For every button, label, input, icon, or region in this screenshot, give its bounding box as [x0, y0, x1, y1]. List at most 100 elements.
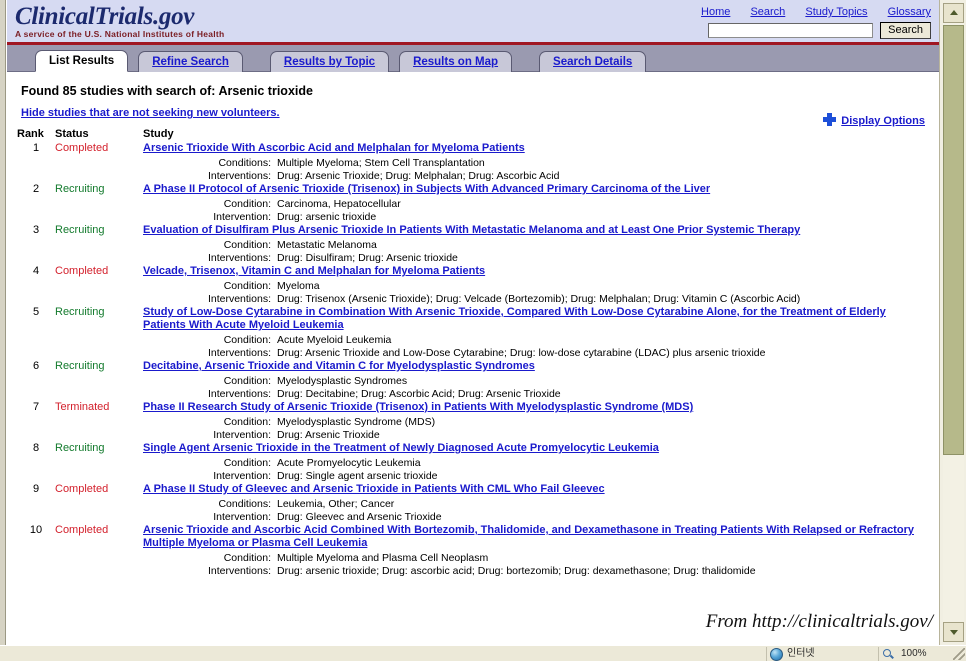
- study-meta-value: Metastatic Melanoma: [277, 239, 377, 251]
- study-title-link[interactable]: Arsenic Trioxide and Ascorbic Acid Combi…: [143, 524, 929, 550]
- tab-results-by-topic[interactable]: Results by Topic: [269, 51, 390, 72]
- study-meta-value: Drug: Trisenox (Arsenic Trioxide); Drug:…: [277, 293, 801, 305]
- study-meta-label: Conditions:: [218, 157, 271, 169]
- plus-cross-icon: [823, 113, 837, 126]
- site-logo-block[interactable]: ClinicalTrials.gov A service of the U.S.…: [15, 3, 224, 39]
- study-title-link[interactable]: Velcade, Trisenox, Vitamin C and Melphal…: [143, 265, 929, 278]
- study-title-link[interactable]: Phase II Research Study of Arsenic Triox…: [143, 401, 929, 414]
- study-meta-label: Condition:: [223, 457, 271, 469]
- status-badge: Completed: [55, 265, 109, 277]
- display-options-control[interactable]: Display Options: [823, 113, 925, 127]
- study-title-link[interactable]: Decitabine, Arsenic Trioxide and Vitamin…: [143, 360, 929, 373]
- table-row: 6 Recruiting Decitabine, Arsenic Trioxide …: [17, 360, 929, 401]
- study-meta-line: Condition: Acute Myeloid Leukemia: [199, 334, 929, 347]
- tab-refine-search-label[interactable]: Refine Search: [152, 56, 229, 68]
- study-meta-label: Conditions:: [218, 498, 271, 510]
- study-meta-line: Condition: Myeloma: [199, 280, 929, 293]
- results-area: Found 85 studies with search of: Arsenic…: [7, 84, 939, 578]
- nav-link-study-topics[interactable]: Study Topics: [805, 6, 867, 18]
- scroll-down-button[interactable]: [943, 622, 964, 642]
- study-title-link[interactable]: Study of Low-Dose Cytarabine in Combinat…: [143, 306, 929, 332]
- scrollbar-thumb[interactable]: [943, 25, 964, 455]
- tab-results-by-topic-label[interactable]: Results by Topic: [284, 56, 375, 68]
- study-meta: Condition: Myelodysplastic Syndrome (MDS)…: [199, 416, 929, 442]
- scroll-up-button[interactable]: [943, 3, 964, 23]
- display-options-link[interactable]: Display Options: [841, 115, 925, 127]
- study-meta-line: Interventions: Drug: arsenic trioxide; Dr…: [199, 565, 929, 578]
- hide-studies-link[interactable]: Hide studies that are not seeking new vo…: [21, 107, 280, 119]
- results-tab-bar: List Results Refine Search Results by To…: [7, 45, 939, 72]
- study-cell: Decitabine, Arsenic Trioxide and Vitamin…: [143, 360, 929, 401]
- study-title-link[interactable]: Evaluation of Disulfiram Plus Arsenic Tr…: [143, 224, 929, 237]
- study-title-link[interactable]: Arsenic Trioxide With Ascorbic Acid and …: [143, 142, 929, 155]
- study-title-link[interactable]: A Phase II Study of Gleevec and Arsenic …: [143, 483, 929, 496]
- study-meta-label: Condition:: [223, 280, 271, 292]
- table-row: 5 Recruiting Study of Low-Dose Cytarabine …: [17, 306, 929, 360]
- study-meta: Condition: Acute Myeloid Leukemia Interven…: [199, 334, 929, 360]
- study-cell: Arsenic Trioxide and Ascorbic Acid Combi…: [143, 524, 929, 578]
- study-meta-label: Interventions:: [207, 293, 271, 305]
- browser-status-bar: 인터넷 100%: [0, 645, 966, 661]
- study-meta: Condition: Acute Promyelocytic Leukemia In…: [199, 457, 929, 483]
- study-meta-label: Intervention:: [213, 470, 271, 482]
- row-rank: 3: [32, 224, 40, 236]
- resize-grip[interactable]: [953, 648, 965, 660]
- table-row: 1 Completed Arsenic Trioxide With Ascorbic…: [17, 142, 929, 183]
- page-content: ClinicalTrials.gov A service of the U.S.…: [7, 0, 939, 645]
- study-meta-value: Drug: arsenic trioxide; Drug: ascorbic a…: [277, 565, 756, 577]
- tab-search-details-label[interactable]: Search Details: [553, 56, 632, 68]
- study-cell: Arsenic Trioxide With Ascorbic Acid and …: [143, 142, 929, 183]
- study-meta: Condition: Myelodysplastic Syndromes Inter…: [199, 375, 929, 401]
- study-meta-line: Conditions: Leukemia, Other; Cancer: [199, 498, 929, 511]
- column-header-rank: Rank: [17, 128, 44, 140]
- study-meta: Condition: Carcinoma, Hepatocellular Inter…: [199, 198, 929, 224]
- site-logo-text: ClinicalTrials.gov: [15, 3, 195, 30]
- status-badge: Completed: [55, 483, 109, 495]
- tab-list-results-label: List Results: [49, 55, 115, 67]
- study-meta-label: Condition:: [223, 552, 271, 564]
- study-cell: Single Agent Arsenic Trioxide in the Tre…: [143, 442, 929, 483]
- nav-link-home[interactable]: Home: [701, 6, 730, 18]
- nav-link-search[interactable]: Search: [750, 6, 785, 18]
- site-tagline: A service of the U.S. National Institute…: [15, 29, 225, 39]
- study-meta-label: Condition:: [223, 334, 271, 346]
- table-header-row: Rank Status Study: [17, 128, 929, 142]
- search-button[interactable]: Search: [880, 22, 931, 39]
- study-meta-value: Multiple Myeloma; Stem Cell Transplantat…: [277, 157, 485, 169]
- study-meta-value: Carcinoma, Hepatocellular: [277, 198, 401, 210]
- status-badge: Recruiting: [55, 224, 105, 236]
- vertical-scrollbar[interactable]: [939, 0, 966, 645]
- study-meta-label: Condition:: [223, 198, 271, 210]
- study-meta-label: Condition:: [223, 239, 271, 251]
- table-row: 4 Completed Velcade, Trisenox, Vitamin C a…: [17, 265, 929, 306]
- tab-results-on-map-label[interactable]: Results on Map: [413, 56, 498, 68]
- study-meta-line: Intervention: Drug: Arsenic Trioxide: [199, 429, 929, 442]
- site-masthead: ClinicalTrials.gov A service of the U.S.…: [7, 0, 939, 45]
- study-title-link[interactable]: Single Agent Arsenic Trioxide in the Tre…: [143, 442, 929, 455]
- tab-results-on-map[interactable]: Results on Map: [399, 51, 513, 72]
- study-meta-label: Interventions:: [207, 565, 271, 577]
- study-meta-value: Myeloma: [277, 280, 320, 292]
- tab-list-results[interactable]: List Results: [35, 50, 129, 72]
- results-heading: Found 85 studies with search of: Arsenic…: [21, 84, 313, 98]
- study-meta-value: Acute Promyelocytic Leukemia: [277, 457, 421, 469]
- study-meta: Conditions: Multiple Myeloma; Stem Cell T…: [199, 157, 929, 183]
- study-meta-value: Drug: Gleevec and Arsenic Trioxide: [277, 511, 442, 523]
- status-bar-zone[interactable]: 인터넷: [766, 647, 876, 661]
- page-viewport: ClinicalTrials.gov A service of the U.S.…: [0, 0, 966, 645]
- study-cell: Velcade, Trisenox, Vitamin C and Melphal…: [143, 265, 929, 306]
- row-rank: 1: [32, 142, 40, 154]
- study-meta-line: Condition: Metastatic Melanoma: [199, 239, 929, 252]
- browser-window: ClinicalTrials.gov A service of the U.S.…: [0, 0, 966, 661]
- internet-globe-icon: [770, 648, 783, 661]
- nav-link-glossary[interactable]: Glossary: [888, 6, 931, 18]
- tab-search-details[interactable]: Search Details: [539, 51, 647, 72]
- study-meta-line: Intervention: Drug: Single agent arsenic …: [199, 470, 929, 483]
- study-meta-value: Drug: Disulfiram; Drug: Arsenic trioxide: [277, 252, 458, 264]
- search-input[interactable]: [708, 23, 874, 38]
- study-meta-label: Intervention:: [213, 511, 271, 523]
- study-meta-line: Interventions: Drug: Decitabine; Drug: As…: [199, 388, 929, 401]
- study-title-link[interactable]: A Phase II Protocol of Arsenic Trioxide …: [143, 183, 929, 196]
- study-meta: Condition: Myeloma Interventions: Drug: Tri…: [199, 280, 929, 306]
- tab-refine-search[interactable]: Refine Search: [138, 51, 243, 72]
